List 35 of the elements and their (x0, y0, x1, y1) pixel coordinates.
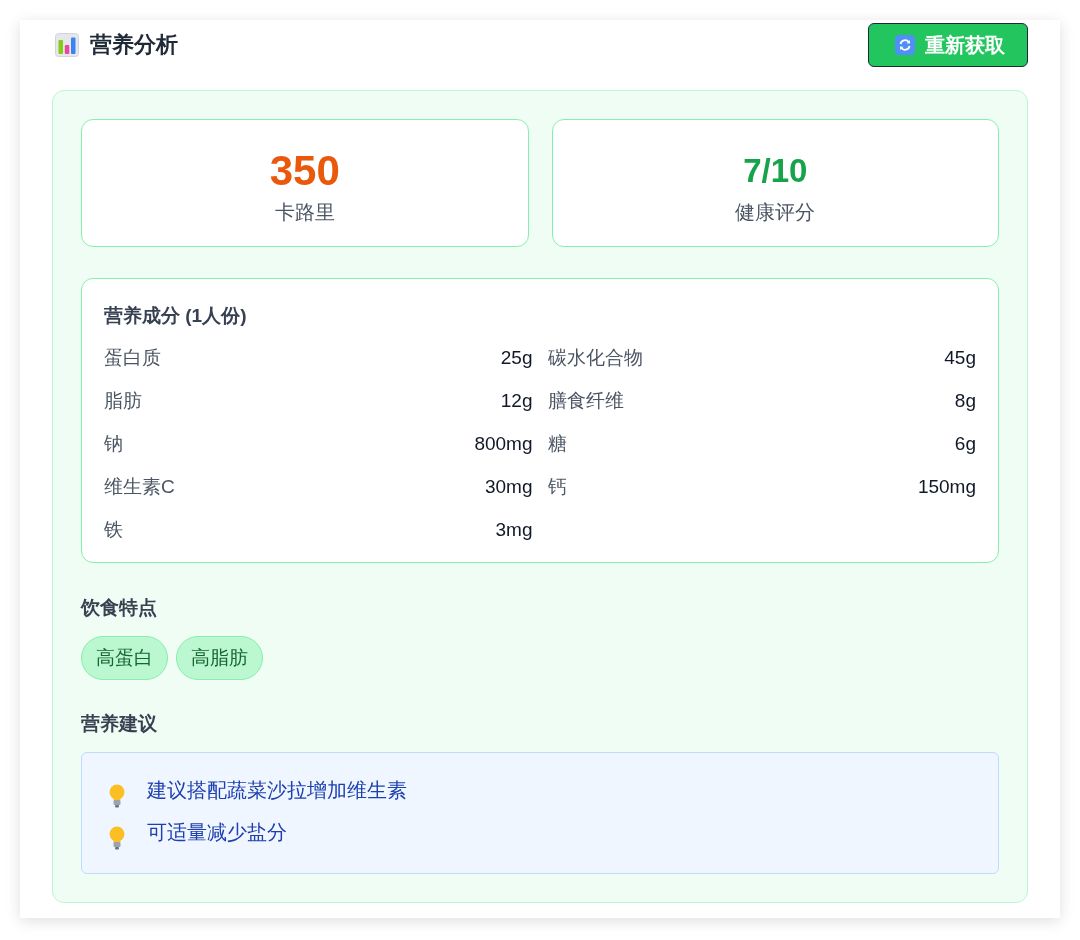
light-bulb-icon (108, 826, 126, 850)
nutrient-amount: 3mg (495, 517, 533, 542)
advice-text: 建议搭配蔬菜沙拉增加维生素 (147, 778, 407, 803)
advice-title: 营养建议 (81, 712, 158, 736)
nutrient-name: 钠 (104, 431, 123, 456)
nutrient-name: 膳食纤维 (547, 388, 624, 413)
nutrient-amount: 25g (500, 345, 533, 370)
features-title: 饮食特点 (81, 596, 158, 620)
nutrient-amount: 150mg (917, 474, 976, 499)
summary-label: 卡路里 (274, 199, 335, 225)
nutrient-name: 糖 (547, 431, 567, 456)
nutrient-name: 铁 (104, 517, 123, 542)
nutrient-amount: 800mg (474, 431, 533, 456)
nutrition-title: 营养成分 (1人份) (104, 304, 248, 328)
nutrient-amount: 30mg (484, 474, 533, 499)
refresh-icon (895, 35, 915, 55)
nutrient-amount: 6g (954, 431, 976, 456)
nutrient-name: 钙 (547, 474, 567, 499)
nutrient-amount: 8g (954, 388, 976, 413)
summary-label: 健康评分 (735, 199, 816, 225)
bar-chart-icon (55, 33, 79, 57)
advice-text: 可适量减少盐分 (147, 820, 287, 845)
summary-value: 7/10 (743, 150, 808, 191)
refresh-button[interactable]: 重新获取 (868, 23, 1028, 67)
nutrient-amount: 12g (500, 388, 533, 413)
nutrient-name: 蛋白质 (104, 345, 161, 370)
nutrient-name: 维生素C (104, 474, 175, 499)
light-bulb-icon (108, 784, 126, 808)
section-title: 营养分析 (90, 31, 178, 59)
summary-value: 350 (269, 146, 340, 195)
feature-tag: 高蛋白 (81, 636, 168, 680)
nutrient-name: 碳水化合物 (547, 345, 643, 370)
nutrient-name: 脂肪 (104, 388, 142, 413)
feature-tag: 高脂肪 (176, 636, 263, 680)
nutrient-amount: 45g (944, 345, 976, 370)
